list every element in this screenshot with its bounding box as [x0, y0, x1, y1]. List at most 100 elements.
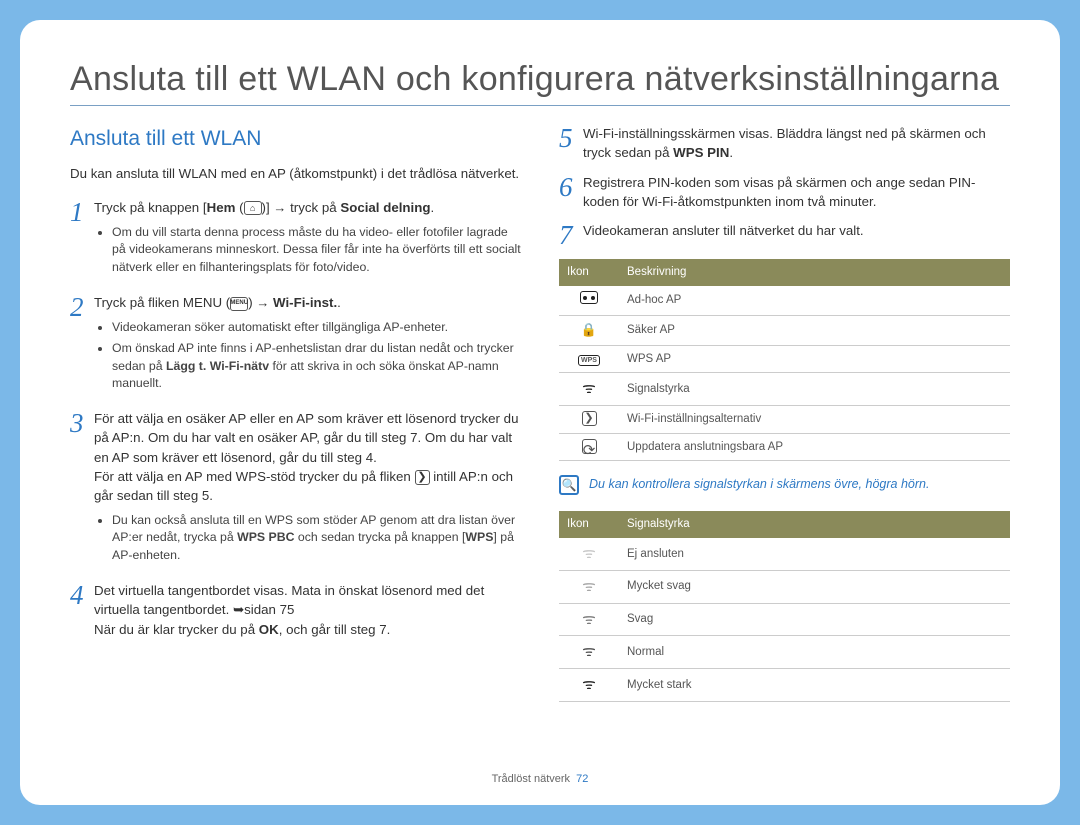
step-3: 3 För att välja en osäker AP eller en AP…: [70, 409, 521, 571]
content-columns: Ansluta till ett WLAN Du kan ansluta til…: [70, 124, 1010, 769]
desc: Wi-Fi-inställningsalternativ: [619, 406, 1010, 434]
wps-pbc-label: WPS PBC: [237, 530, 294, 544]
wifi-none-icon: ᯤ: [559, 538, 619, 570]
text: och sedan trycka på knappen [: [294, 530, 465, 544]
secure-ap-icon: [559, 315, 619, 345]
desc: Ej ansluten: [619, 538, 1010, 570]
table-row: ⟳Uppdatera anslutningsbara AP: [559, 433, 1010, 461]
table-row: Säker AP: [559, 315, 1010, 345]
info-note: 🔍 Du kan kontrollera signalstyrkan i skä…: [559, 475, 1010, 495]
table-row: ᯤEj ansluten: [559, 538, 1010, 570]
col-ikon: Ikon: [559, 259, 619, 286]
wifi-settings-icon: ❯: [559, 406, 619, 434]
table-header-row: Ikon Signalstyrka: [559, 511, 1010, 538]
desc: Signalstyrka: [619, 373, 1010, 406]
step-body: Registrera PIN-koden som visas på skärme…: [583, 173, 1010, 212]
step-body: Det virtuella tangentbordet visas. Mata …: [94, 581, 521, 639]
step-body: Tryck på fliken MENU (MENU) → Wi-Fi-inst…: [94, 293, 521, 399]
menu-icon: MENU: [230, 297, 248, 311]
text: När du är klar trycker du på: [94, 622, 259, 637]
magnifier-icon: 🔍: [559, 475, 579, 495]
wifi-very-weak-icon: ᯤ: [559, 570, 619, 603]
step-body: För att välja en osäker AP eller en AP s…: [94, 409, 521, 571]
signal-strength-table: Ikon Signalstyrka ᯤEj ansluten ᯤMycket s…: [559, 511, 1010, 701]
lagg-till-label: Lägg t. Wi-Fi-nätv: [166, 359, 269, 373]
desc: Uppdatera anslutningsbara AP: [619, 433, 1010, 461]
bullet: Om önskad AP inte finns i AP-enhetslista…: [112, 340, 521, 393]
step-body: Tryck på knappen [Hem (⌂)] → tryck på So…: [94, 198, 521, 283]
step-4: 4 Det virtuella tangentbordet visas. Mat…: [70, 581, 521, 639]
adhoc-ap-icon: [559, 286, 619, 315]
manual-page: Ansluta till ett WLAN och konfigurera nä…: [20, 20, 1060, 805]
refresh-ap-icon: ⟳: [559, 433, 619, 461]
text: .: [729, 145, 733, 160]
page-footer: Trådlöst nätverk 72: [70, 773, 1010, 785]
text: .: [430, 200, 434, 215]
wifi-inst-label: Wi-Fi-inst.: [273, 295, 337, 310]
table-row: ᯤNormal: [559, 636, 1010, 669]
step-6: 6 Registrera PIN-koden som visas på skär…: [559, 173, 1010, 212]
text: tryck på: [290, 200, 340, 215]
arrow-icon: ➥: [233, 602, 244, 617]
wifi-weak-icon: ᯤ: [559, 603, 619, 636]
step-number: 7: [559, 221, 583, 249]
table-row: Ad-hoc AP: [559, 286, 1010, 315]
desc: Normal: [619, 636, 1010, 669]
step-number: 5: [559, 124, 583, 163]
sub-bullets: Du kan också ansluta till en WPS som stö…: [94, 512, 521, 565]
sub-bullets: Om du vill starta denna process måste du…: [94, 224, 521, 277]
text: , och går till steg 7.: [279, 622, 391, 637]
step-1: 1 Tryck på knappen [Hem (⌂)] → tryck på …: [70, 198, 521, 283]
home-icon: ⌂: [244, 201, 262, 215]
table-row: ᯤSignalstyrka: [559, 373, 1010, 406]
step-number: 1: [70, 198, 94, 283]
table-row: ᯤMycket stark: [559, 669, 1010, 702]
step-body: Videokameran ansluter till nätverket du …: [583, 221, 1010, 249]
text: .: [337, 295, 341, 310]
step-number: 3: [70, 409, 94, 571]
step-7: 7 Videokameran ansluter till nätverket d…: [559, 221, 1010, 249]
arrow-icon: →: [256, 295, 269, 310]
note-text: Du kan kontrollera signalstyrkan i skärm…: [589, 475, 929, 493]
bullet: Om du vill starta denna process måste du…: [112, 224, 521, 277]
table-row: ❯Wi-Fi-inställningsalternativ: [559, 406, 1010, 434]
step-5: 5 Wi-Fi-inställningsskärmen visas. Blädd…: [559, 124, 1010, 163]
left-column: Ansluta till ett WLAN Du kan ansluta til…: [70, 124, 521, 769]
chevron-right-icon: ❯: [415, 470, 430, 485]
desc: Mycket svag: [619, 570, 1010, 603]
wps-pin-label: WPS PIN: [673, 145, 729, 160]
section-heading: Ansluta till ett WLAN: [70, 124, 521, 154]
wps-label: WPS: [465, 530, 493, 544]
icon-description-table: Ikon Beskrivning Ad-hoc AP Säker AP WPSW…: [559, 259, 1010, 461]
table-row: ᯤMycket svag: [559, 570, 1010, 603]
step-body: Wi-Fi-inställningsskärmen visas. Bläddra…: [583, 124, 1010, 163]
text: För att välja en osäker AP eller en AP s…: [94, 411, 518, 465]
intro-text: Du kan ansluta till WLAN med en AP (åtko…: [70, 164, 521, 183]
social-delning-label: Social delning: [340, 200, 430, 215]
step-2: 2 Tryck på fliken MENU (MENU) → Wi-Fi-in…: [70, 293, 521, 399]
text: Tryck på fliken MENU (: [94, 295, 230, 310]
table-row: WPSWPS AP: [559, 345, 1010, 373]
bullet: Videokameran söker automatiskt efter til…: [112, 319, 521, 337]
ok-label: OK: [259, 622, 279, 637]
step-number: 2: [70, 293, 94, 399]
page-ref: sidan 75: [244, 602, 294, 617]
text: För att välja en AP med WPS-stöd trycker…: [94, 469, 415, 484]
col-ikon: Ikon: [559, 511, 619, 538]
table-header-row: Ikon Beskrivning: [559, 259, 1010, 286]
wifi-strong-icon: ᯤ: [559, 669, 619, 702]
signal-strength-icon: ᯤ: [559, 373, 619, 406]
page-title: Ansluta till ett WLAN och konfigurera nä…: [70, 60, 1010, 106]
arrow-icon: →: [273, 200, 286, 215]
page-number: 72: [576, 773, 588, 785]
desc: Svag: [619, 603, 1010, 636]
desc: Mycket stark: [619, 669, 1010, 702]
text: Wi-Fi-inställningsskärmen visas. Bläddra…: [583, 126, 986, 160]
text: Tryck på knappen [: [94, 200, 207, 215]
desc: Säker AP: [619, 315, 1010, 345]
col-beskrivning: Beskrivning: [619, 259, 1010, 286]
hem-label: Hem: [207, 200, 236, 215]
table-row: ᯤSvag: [559, 603, 1010, 636]
sub-bullets: Videokameran söker automatiskt efter til…: [94, 319, 521, 393]
bullet: Du kan också ansluta till en WPS som stö…: [112, 512, 521, 565]
